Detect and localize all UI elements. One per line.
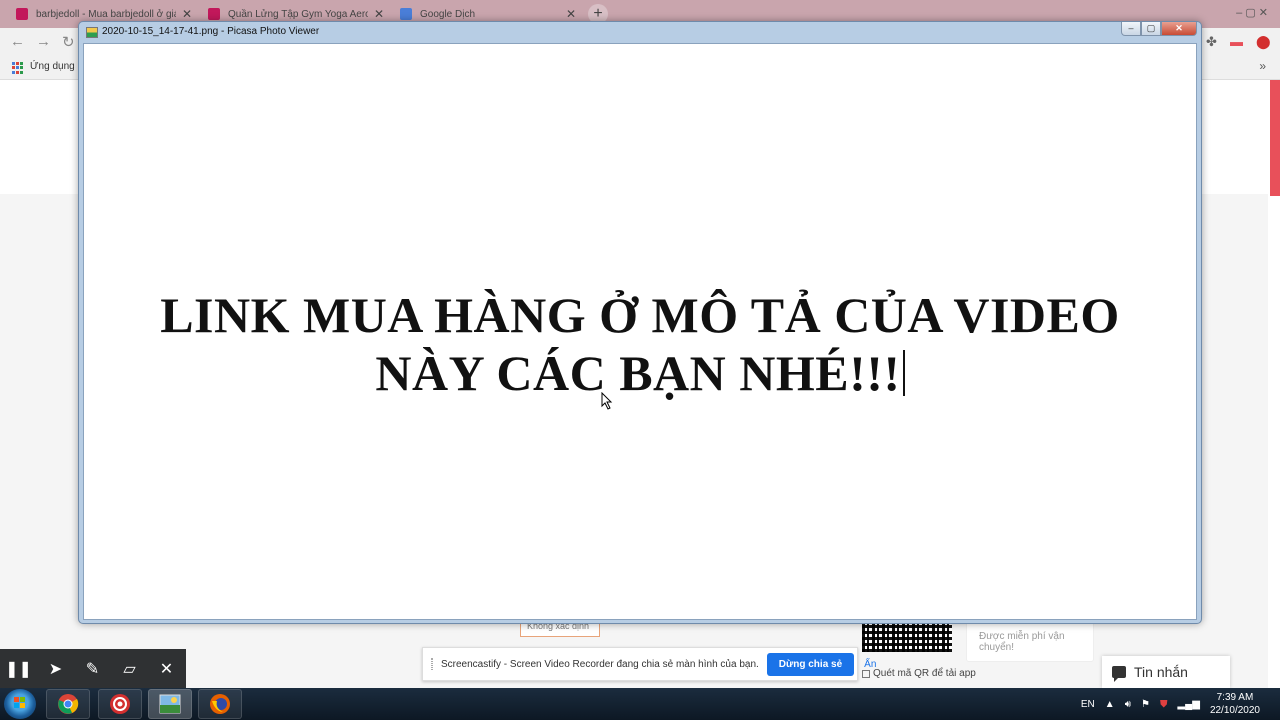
drag-handle-icon[interactable] — [431, 658, 433, 670]
taskbar: EN ▲ 🔊︎ ⚑ ⛊ ▂▄▆ 7:39 AM 22/10/2020 — [0, 688, 1280, 720]
photo-text-line1: LINK MUA HÀNG Ở MÔ TẢ CỦA VIDEO — [160, 287, 1120, 343]
clock[interactable]: 7:39 AM 22/10/2020 — [1210, 691, 1260, 717]
pointer-icon[interactable]: ➤ — [37, 659, 74, 679]
bookmark-apps[interactable]: Ứng dụng — [30, 61, 75, 72]
photo-canvas[interactable]: LINK MUA HÀNG Ở MÔ TẢ CỦA VIDEO NÀY CÁC … — [83, 43, 1197, 620]
flag-icon[interactable]: ⚑ — [1141, 699, 1150, 710]
system-tray: EN ▲ 🔊︎ ⚑ ⛊ ▂▄▆ 7:39 AM 22/10/2020 — [1081, 688, 1280, 720]
scrollbar-thumb[interactable] — [1270, 80, 1280, 196]
tab-close-icon[interactable]: ✕ — [374, 7, 384, 21]
stop-sharing-button[interactable]: Dừng chia sẻ — [766, 652, 855, 676]
qr-label: Quét mã QR để tải app — [862, 668, 976, 679]
close-icon[interactable]: ✕ — [148, 659, 185, 679]
text-caret — [902, 350, 905, 396]
shop-favicon-icon — [208, 8, 220, 20]
reload-icon[interactable]: ↻ — [62, 33, 75, 51]
eraser-icon[interactable]: ▱ — [111, 659, 148, 679]
tab-title: Google Dịch — [420, 8, 476, 20]
shop-favicon-icon — [16, 8, 28, 20]
network-icon[interactable]: ▂▄▆ — [1177, 699, 1199, 710]
minimize-button[interactable]: ‒ — [1121, 22, 1141, 36]
close-button[interactable]: ✕ — [1161, 22, 1197, 36]
window-controls-icon[interactable]: – ▢ ✕ — [1236, 6, 1268, 19]
hide-button[interactable]: Ẩn — [864, 659, 876, 670]
apps-grid-icon[interactable] — [12, 62, 24, 74]
extension-icon[interactable]: ▬ — [1230, 34, 1243, 49]
tab-title: Quần Lửng Tập Gym Yoga Aerob — [228, 8, 368, 20]
adblock-icon[interactable]: ⬤ — [1256, 34, 1271, 50]
volume-icon[interactable]: 🔊︎ — [1125, 699, 1131, 710]
chrome-icon[interactable] — [46, 689, 90, 719]
antivirus-icon[interactable]: ⛊ — [1160, 699, 1168, 710]
windows-logo-icon — [14, 697, 26, 709]
screencastify-share-bar: Screencastify - Screen Video Recorder đa… — [422, 647, 876, 681]
picasa-window: 2020-10-15_14-17-41.png - Picasa Photo V… — [78, 21, 1202, 624]
start-button[interactable] — [4, 689, 36, 719]
picasa-app-icon — [86, 27, 98, 38]
checkbox-icon — [862, 669, 870, 678]
tab-close-icon[interactable]: ✕ — [182, 7, 192, 21]
recorder-icon[interactable] — [98, 689, 142, 719]
picasa-titlebar[interactable]: 2020-10-15_14-17-41.png - Picasa Photo V… — [79, 22, 1201, 43]
pen-icon[interactable]: ✎ — [74, 659, 111, 679]
clock-date: 22/10/2020 — [1209, 705, 1260, 716]
picasa-window-controls: ‒ ▢ ✕ — [1121, 22, 1197, 36]
firefox-icon[interactable] — [198, 689, 242, 719]
qr-label-text: Quét mã QR để tải app — [873, 668, 976, 679]
forward-icon[interactable]: → — [36, 33, 51, 50]
chat-label: Tin nhắn — [1134, 664, 1188, 680]
tab-title: barbjedoll - Mua barbjedoll ở giá — [36, 8, 176, 20]
maximize-button[interactable]: ▢ — [1141, 22, 1161, 36]
qr-code-icon — [862, 620, 952, 652]
pause-icon[interactable]: ❚❚ — [0, 659, 37, 679]
mouse-pointer-icon — [601, 391, 613, 413]
language-indicator[interactable]: EN — [1081, 699, 1095, 710]
screencastify-toolbar: ❚❚ ➤ ✎ ▱ ✕ — [0, 649, 186, 688]
picasa-icon[interactable] — [148, 689, 192, 719]
tab-close-icon[interactable]: ✕ — [566, 7, 576, 21]
chat-bubble-icon — [1112, 666, 1126, 682]
photo-text: LINK MUA HÀNG Ở MÔ TẢ CỦA VIDEO NÀY CÁC … — [84, 286, 1196, 402]
clock-time: 7:39 AM — [1216, 692, 1254, 703]
bookmarks-more-icon[interactable]: » — [1259, 59, 1266, 73]
chat-button[interactable]: Tin nhắn — [1102, 656, 1230, 688]
photo-text-line2-wrap: NÀY CÁC BẠN NHÉ!!! — [84, 344, 1196, 402]
tray-expand-icon[interactable]: ▲ — [1105, 699, 1115, 710]
share-message: Screencastify - Screen Video Recorder đa… — [441, 658, 759, 670]
photo-text-line2: NÀY CÁC BẠN NHÉ!!! — [375, 345, 901, 401]
back-icon[interactable]: ← — [10, 33, 25, 50]
extensions-icon[interactable]: ✤ — [1206, 34, 1217, 50]
picasa-title: 2020-10-15_14-17-41.png - Picasa Photo V… — [102, 26, 320, 37]
google-translate-icon — [400, 8, 412, 20]
shipping-text: Được miễn phí vận chuyển! — [979, 631, 1065, 653]
